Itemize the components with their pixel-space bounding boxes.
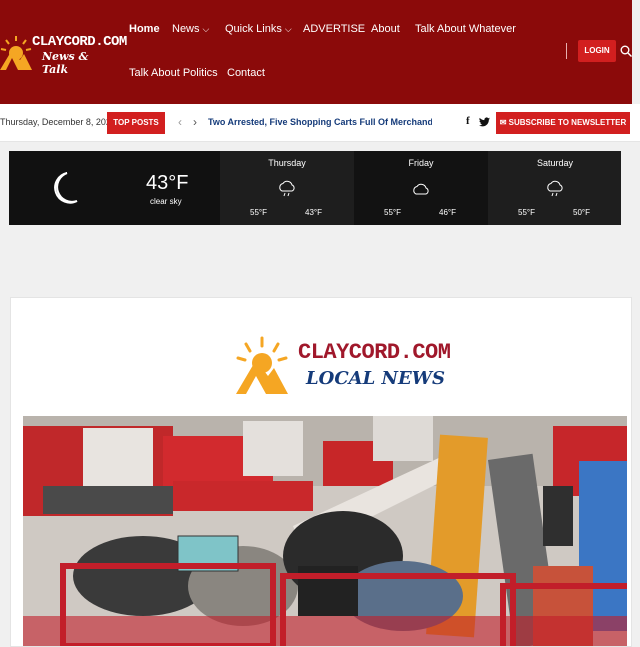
cloud-icon	[413, 183, 429, 195]
header-divider	[566, 43, 567, 59]
nav-contact[interactable]: Contact	[227, 67, 265, 79]
forecast-low: 46°F	[439, 208, 456, 217]
local-news-logo-title: CLAYCORD.COM	[298, 340, 451, 365]
nav-quick-links[interactable]: Quick Links ⌵	[225, 23, 292, 35]
article-photo[interactable]	[23, 416, 627, 646]
forecast-day: Saturday 55°F 50°F	[488, 151, 621, 225]
chevron-right-icon[interactable]: ›	[193, 115, 197, 129]
nav-news[interactable]: News ⌵	[172, 23, 209, 35]
logo-subtitle: News & Talk	[42, 50, 89, 76]
nav-talk-about-whatever[interactable]: Talk About Whatever	[415, 23, 516, 35]
moon-icon	[54, 172, 78, 204]
rain-cloud-icon	[547, 180, 563, 197]
nav-about[interactable]: About	[371, 23, 400, 35]
top-bar: Thursday, December 8, 2022 TOP POSTS ‹ ›…	[0, 104, 640, 142]
twitter-icon[interactable]	[479, 117, 490, 127]
sun-mountain-logo-icon	[0, 36, 32, 70]
facebook-icon[interactable]: f	[466, 115, 470, 127]
logo-title: CLAYCORD.COM	[32, 34, 127, 50]
forecast-high: 55°F	[384, 208, 401, 217]
shopping-carts-photo	[23, 416, 627, 646]
site-header: CLAYCORD.COM News & Talk Home News ⌵ Quic…	[0, 0, 632, 104]
subscribe-newsletter-button[interactable]: ✉ SUBSCRIBE TO NEWSLETTER	[496, 112, 630, 134]
sun-mountain-logo-icon	[236, 336, 288, 394]
forecast-high: 55°F	[518, 208, 535, 217]
top-posts-label: TOP POSTS	[107, 112, 165, 134]
site-logo[interactable]: CLAYCORD.COM News & Talk	[0, 30, 127, 76]
forecast-day-name: Saturday	[536, 158, 574, 168]
login-button[interactable]: LOGIN	[578, 40, 616, 62]
current-date: Thursday, December 8, 2022	[0, 117, 116, 127]
forecast-low: 50°F	[573, 208, 590, 217]
nav-home[interactable]: Home	[129, 23, 160, 35]
ticker-headline[interactable]: Two Arrested, Five Shopping Carts Full O…	[208, 117, 432, 127]
nav-advertise[interactable]: ADVERTISE	[303, 23, 365, 35]
forecast-day: Thursday 55°F 43°F	[220, 151, 354, 225]
chevron-left-icon[interactable]: ‹	[178, 115, 182, 129]
current-temperature: 43°F	[146, 172, 189, 194]
weather-current: 43°F clear sky	[9, 151, 220, 225]
forecast-day-name: Thursday	[268, 158, 306, 168]
search-icon[interactable]	[620, 45, 632, 57]
chevron-down-icon: ⌵	[202, 24, 210, 34]
forecast-high: 55°F	[250, 208, 267, 217]
forecast-low: 43°F	[305, 208, 322, 217]
local-news-logo-subtitle: LOCAL NEWS	[306, 368, 445, 389]
weather-widget: 43°F clear sky Thursday 55°F 43°F Friday…	[9, 151, 621, 225]
envelope-icon: ✉	[499, 118, 509, 127]
nav-talk-about-politics[interactable]: Talk About Politics	[129, 67, 218, 79]
chevron-down-icon: ⌵	[284, 24, 292, 34]
forecast-day-name: Friday	[408, 158, 434, 168]
current-conditions: clear sky	[150, 197, 182, 206]
rain-cloud-icon	[279, 180, 295, 197]
forecast-day: Friday 55°F 46°F	[354, 151, 488, 225]
